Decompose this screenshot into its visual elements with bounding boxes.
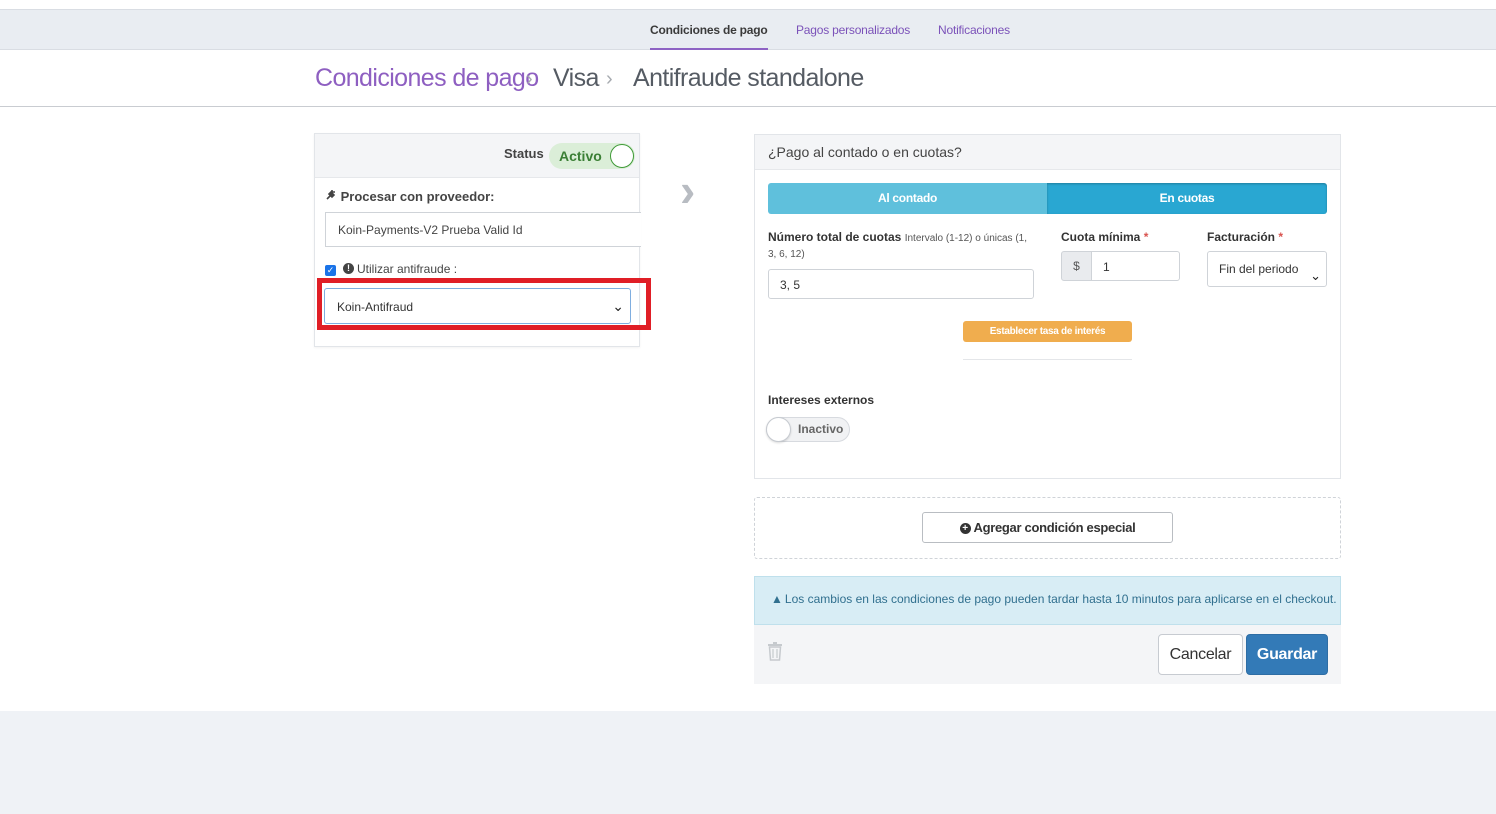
- facturacion-label-text: Facturación: [1207, 230, 1276, 244]
- facturacion-label: Facturación *: [1207, 230, 1283, 244]
- breadcrumb-visa[interactable]: Visa: [553, 64, 599, 93]
- external-interest-label: Intereses externos: [768, 393, 875, 407]
- cuota-minima-label: Cuota mínima *: [1061, 230, 1148, 244]
- cuotas-hint-continued: 3, 6, 12): [768, 249, 805, 260]
- warning-triangle-icon: ▲: [771, 592, 783, 606]
- breadcrumb: Condiciones de pago › Visa › Antifraude …: [0, 50, 1496, 107]
- provider-field[interactable]: Koin-Payments-V2 Prueba Valid Id: [325, 212, 641, 247]
- cuota-minima-label-text: Cuota mínima: [1061, 230, 1141, 244]
- payment-terms-title: ¿Pago al contado o en cuotas?: [768, 144, 962, 160]
- cuota-minima-input[interactable]: 1: [1091, 251, 1180, 281]
- antifraud-checkbox[interactable]: ✓: [325, 265, 336, 276]
- status-toggle-label: Activo: [559, 148, 602, 164]
- sub-navigation: Condiciones de pago Pagos personalizados…: [0, 10, 1496, 50]
- provider-label-text: Procesar con proveedor:: [340, 189, 495, 204]
- info-alert-message: ▲ Los cambios en las condiciones de pago …: [771, 592, 1337, 606]
- add-special-condition-label: Agregar condición especial: [973, 520, 1136, 535]
- save-button[interactable]: Guardar: [1246, 634, 1328, 675]
- provider-card-header: Status Activo: [315, 134, 639, 178]
- top-strip: [0, 0, 1496, 10]
- highlight-box: [317, 278, 651, 330]
- cuotas-label: Número total de cuotas Intervalo (1-12) …: [768, 230, 1027, 244]
- antifraud-label: Utilizar antifraude :: [357, 262, 458, 276]
- facturacion-select[interactable]: Fin del periodo ⌄: [1207, 251, 1327, 287]
- special-condition-area: + Agregar condición especial: [754, 497, 1341, 559]
- set-interest-rate-button[interactable]: Establecer tasa de interés: [963, 321, 1132, 342]
- payment-terms-card: ¿Pago al contado o en cuotas? Al contado…: [754, 134, 1341, 479]
- toggle-knob: [610, 144, 634, 168]
- info-circle-icon: !: [343, 263, 354, 274]
- footer-area: [0, 711, 1496, 814]
- divider: [963, 359, 1132, 360]
- plus-circle-icon: +: [959, 523, 971, 535]
- status-label: Status: [504, 146, 544, 161]
- payment-terms-header: ¿Pago al contado o en cuotas?: [755, 135, 1340, 170]
- trash-icon[interactable]: [767, 641, 783, 661]
- external-interest-toggle-label: Inactivo: [798, 422, 844, 436]
- external-interest-toggle[interactable]: Inactivo: [766, 417, 850, 442]
- cuotas-label-text: Número total de cuotas: [768, 230, 902, 244]
- info-alert: ▲ Los cambios en las condiciones de pago …: [754, 576, 1341, 625]
- cuotas-input[interactable]: 3, 5: [768, 269, 1034, 299]
- tab-pagos-personalizados[interactable]: Pagos personalizados: [796, 10, 910, 50]
- breadcrumb-current-page: Antifraude standalone: [633, 64, 864, 92]
- info-alert-text: Los cambios en las condiciones de pago p…: [784, 592, 1337, 606]
- breadcrumb-separator-icon: ›: [606, 68, 613, 90]
- status-toggle[interactable]: Activo: [549, 143, 635, 169]
- segment-en-cuotas[interactable]: En cuotas: [1047, 183, 1327, 214]
- chevron-right-icon: ›: [680, 164, 696, 216]
- breadcrumb-separator-icon: ›: [526, 68, 533, 90]
- breadcrumb-condiciones-de-pago[interactable]: Condiciones de pago: [315, 64, 539, 93]
- cancel-button[interactable]: Cancelar: [1158, 634, 1243, 675]
- segment-al-contado[interactable]: Al contado: [768, 183, 1047, 214]
- facturacion-select-value: Fin del periodo: [1219, 262, 1299, 276]
- chevron-down-icon: ⌄: [1310, 268, 1321, 283]
- currency-addon: $: [1061, 251, 1092, 281]
- required-mark: *: [1143, 230, 1149, 244]
- add-special-condition-button[interactable]: + Agregar condición especial: [922, 512, 1173, 543]
- provider-label: Procesar con proveedor:: [325, 189, 495, 204]
- cuotas-hint: Intervalo (1-12) o únicas (1,: [904, 233, 1027, 244]
- tab-notificaciones[interactable]: Notificaciones: [938, 10, 1010, 50]
- plug-icon: [325, 189, 341, 204]
- tab-condiciones-de-pago[interactable]: Condiciones de pago: [650, 10, 768, 50]
- action-bar: Cancelar Guardar: [754, 625, 1341, 684]
- required-mark: *: [1278, 230, 1284, 244]
- toggle-knob: [766, 417, 791, 442]
